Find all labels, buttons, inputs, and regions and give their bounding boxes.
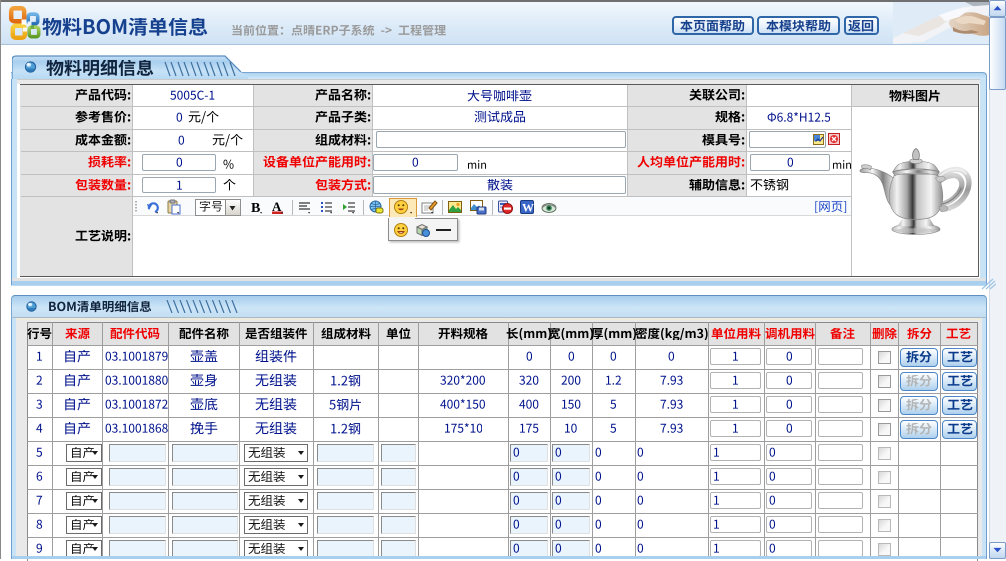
svg-text:W: W <box>522 200 534 214</box>
svg-text:B: B <box>251 201 260 215</box>
